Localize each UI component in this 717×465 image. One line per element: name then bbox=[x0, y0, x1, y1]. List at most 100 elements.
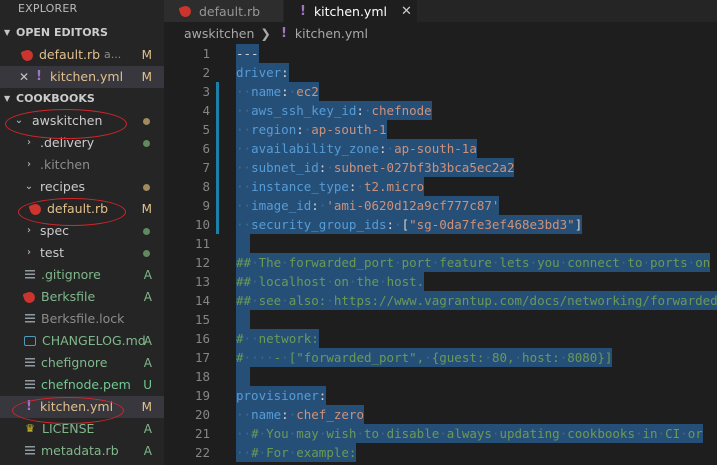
code-line[interactable]: 9 ··image_id:·'ami-0620d12a9cf777c87' bbox=[164, 196, 717, 215]
git-status-badge: A bbox=[143, 268, 152, 282]
chevron-down-icon: ⌄ bbox=[14, 115, 24, 126]
close-icon[interactable]: ✕ bbox=[18, 66, 30, 88]
tab-label: kitchen.yml bbox=[313, 3, 387, 19]
tree-file-kitchen-yml[interactable]: ! kitchen.yml M bbox=[0, 396, 164, 418]
line-text: ··aws_ssh_key_id:·chefnode bbox=[236, 101, 432, 120]
code-line[interactable]: 12 ##·The·forwarded_port·port·feature·let… bbox=[164, 253, 717, 272]
ruby-file-icon bbox=[22, 289, 37, 305]
tab-kitchen-yml[interactable]: ! kitchen.yml ✕ bbox=[284, 0, 418, 22]
line-text: ##·see·also:·https://www.vagrantup.com/d… bbox=[236, 291, 717, 310]
line-text: ##·The·forwarded_port·port·feature·lets·… bbox=[236, 253, 711, 272]
code-line[interactable]: 20 ··name:·chef_zero bbox=[164, 405, 717, 424]
cookbooks-header[interactable]: ▼ COOKBOOKS bbox=[0, 88, 164, 110]
tab-default-rb[interactable]: default.rb bbox=[164, 0, 284, 22]
tree-file-license[interactable]: ♛ LICENSE A bbox=[0, 418, 164, 440]
tree-folder-spec[interactable]: › spec bbox=[0, 220, 164, 242]
tree-file-chefnode-pem[interactable]: chefnode.pem U bbox=[0, 374, 164, 396]
code-line[interactable]: 5 ··region:·ap-south-1 bbox=[164, 120, 717, 139]
open-editor-kitchen-yml[interactable]: ✕ ! kitchen.yml M bbox=[0, 66, 164, 88]
selection-highlight bbox=[236, 310, 250, 329]
code-line[interactable]: 21 ··#·You·may·wish·to·disable·always·upd… bbox=[164, 424, 717, 443]
tree-folder-recipes[interactable]: ⌄ recipes bbox=[0, 176, 164, 198]
line-text: ··name:·chef_zero bbox=[236, 405, 364, 424]
git-modified-gutter-mark bbox=[216, 215, 219, 234]
line-number: 6 bbox=[202, 141, 210, 156]
code-line[interactable]: 19 provisioner: bbox=[164, 386, 717, 405]
tree-file-berksfile-lock[interactable]: Berksfile.lock bbox=[0, 308, 164, 330]
code-line[interactable]: 17 #····-·["forwarded_port",·{guest:·80,·… bbox=[164, 348, 717, 367]
code-line[interactable]: 1 --- bbox=[164, 44, 717, 63]
chevron-down-icon: ▼ bbox=[4, 94, 11, 103]
chevron-right-icon: › bbox=[27, 247, 31, 258]
line-number: 14 bbox=[194, 293, 210, 308]
code-line[interactable]: 13 ##·localhost·on·the·host. bbox=[164, 272, 717, 291]
git-modified-gutter-mark bbox=[216, 101, 219, 120]
line-number: 15 bbox=[194, 312, 210, 327]
line-text: #··network: bbox=[236, 329, 319, 348]
ruby-file-icon bbox=[25, 446, 35, 456]
tree-file-metadata-rb[interactable]: metadata.rb A bbox=[0, 440, 164, 462]
code-line[interactable]: 7 ··subnet_id:·subnet-027bf3b3bca5ec2a2 bbox=[164, 158, 717, 177]
code-line[interactable]: 4 ··aws_ssh_key_id:·chefnode bbox=[164, 101, 717, 120]
yaml-file-icon: ! bbox=[300, 3, 306, 19]
line-text: provisioner: bbox=[236, 386, 327, 405]
open-editors-header[interactable]: ▼ OPEN EDITORS bbox=[0, 22, 164, 44]
code-line[interactable]: 10 ··security_group_ids:·["sg-0da7fe3ef46… bbox=[164, 215, 717, 234]
tree-file-changelog[interactable]: CHANGELOG.md A bbox=[0, 330, 164, 352]
code-line[interactable]: 15 bbox=[164, 310, 717, 329]
tree-file-berksfile[interactable]: Berksfile A bbox=[0, 286, 164, 308]
tree-folder-awskitchen[interactable]: ⌄ awskitchen bbox=[0, 110, 164, 132]
editor-tab-bar: default.rb ! kitchen.yml ✕ bbox=[164, 0, 717, 22]
code-line[interactable]: 22 ··#·For·example: bbox=[164, 443, 717, 462]
line-number: 16 bbox=[194, 331, 210, 346]
line-number: 4 bbox=[202, 103, 210, 118]
code-line[interactable]: 16 #··network: bbox=[164, 329, 717, 348]
tree-folder-kitchen[interactable]: › .kitchen bbox=[0, 154, 164, 176]
git-status-badge: U bbox=[143, 378, 152, 392]
explorer-title: EXPLORER bbox=[18, 2, 78, 15]
tree-file-chefignore[interactable]: chefignore A bbox=[0, 352, 164, 374]
chevron-down-icon: ⌄ bbox=[24, 181, 34, 192]
code-line[interactable]: 18 bbox=[164, 367, 717, 386]
code-line[interactable]: 6 ··availability_zone:·ap-south-1a bbox=[164, 139, 717, 158]
git-modified-gutter-mark bbox=[216, 139, 219, 158]
ruby-file-icon bbox=[178, 3, 193, 19]
open-editor-desc: a... bbox=[104, 48, 122, 61]
line-text: --- bbox=[236, 44, 259, 63]
code-line[interactable]: 8 ··instance_type:·t2.micro bbox=[164, 177, 717, 196]
code-line[interactable]: 3 ··name:·ec2 bbox=[164, 82, 717, 101]
line-text: #····-·["forwarded_port",·{guest:·80,·ho… bbox=[236, 348, 613, 367]
yaml-file-icon: ! bbox=[280, 25, 287, 41]
open-editor-default-rb[interactable]: default.rb a... M bbox=[0, 44, 164, 66]
line-number: 21 bbox=[194, 426, 210, 441]
close-icon[interactable]: ✕ bbox=[401, 4, 412, 19]
yaml-file-icon: ! bbox=[26, 399, 32, 414]
git-modified-gutter-mark bbox=[216, 120, 219, 139]
breadcrumb: awskitchen ❯ ! kitchen.yml bbox=[164, 22, 717, 44]
line-number: 19 bbox=[194, 388, 210, 403]
text-file-icon bbox=[25, 358, 35, 368]
git-status-badge: M bbox=[141, 70, 152, 84]
chevron-right-icon: › bbox=[27, 225, 31, 236]
code-editor[interactable]: 1 --- 2 driver: 3 ··name:·ec2 4 ··aws_ssh_key_i… bbox=[164, 44, 717, 465]
line-number: 10 bbox=[194, 217, 210, 232]
tree-file-default-rb[interactable]: default.rb M bbox=[0, 198, 164, 220]
git-modified-gutter-mark bbox=[216, 177, 219, 196]
line-number: 3 bbox=[202, 84, 210, 99]
tree-folder-delivery[interactable]: › .delivery bbox=[0, 132, 164, 154]
tree-folder-test[interactable]: › test bbox=[0, 242, 164, 264]
code-line[interactable]: 11 bbox=[164, 234, 717, 253]
key-file-icon bbox=[25, 380, 35, 390]
chevron-down-icon: ▼ bbox=[4, 28, 11, 37]
tree-file-gitignore[interactable]: .gitignore A bbox=[0, 264, 164, 286]
code-line[interactable]: 14 ##·see·also:·https://www.vagrantup.com… bbox=[164, 291, 717, 310]
selection-highlight bbox=[236, 367, 250, 386]
added-dot bbox=[143, 228, 150, 235]
breadcrumb-folder[interactable]: awskitchen bbox=[184, 26, 254, 41]
open-editor-label: default.rb bbox=[39, 47, 101, 62]
line-number: 7 bbox=[202, 160, 210, 175]
yaml-file-icon: ! bbox=[36, 69, 42, 84]
line-text: ··#·For·example: bbox=[236, 443, 357, 462]
breadcrumb-file[interactable]: kitchen.yml bbox=[295, 26, 368, 41]
code-line[interactable]: 2 driver: bbox=[164, 63, 717, 82]
